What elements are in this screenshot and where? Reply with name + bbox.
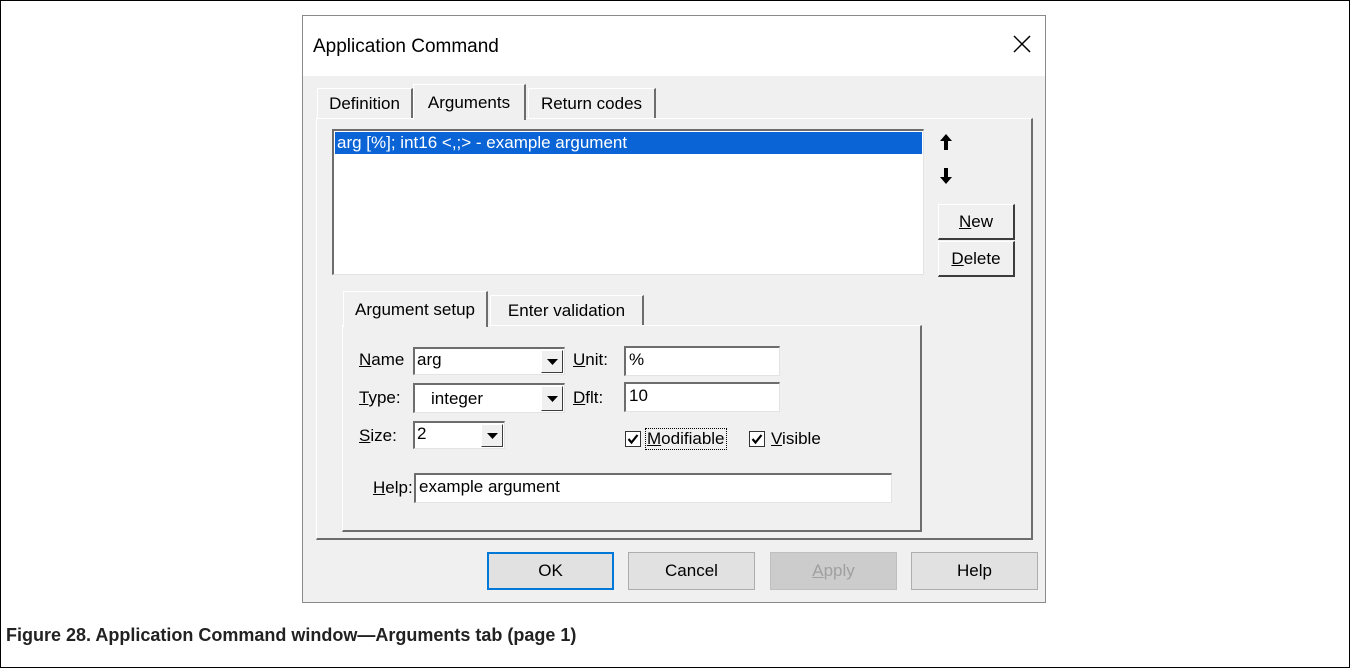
tab-definition[interactable]: Definition [317, 88, 413, 118]
chevron-down-icon [486, 432, 498, 439]
size-combobox[interactable]: 2 [413, 421, 505, 449]
name-combobox[interactable]: arg [413, 347, 565, 375]
argument-setup-panel: Name arg Unit: % Type: integer Dflt: 10 [342, 325, 922, 532]
arrow-down-icon [940, 168, 952, 184]
chevron-down-icon [546, 395, 558, 402]
apply-button[interactable]: Apply [770, 552, 897, 590]
figure-caption: Figure 28. Application Command window—Ar… [6, 625, 577, 645]
close-icon [1013, 35, 1031, 53]
default-field[interactable]: 10 [624, 382, 780, 412]
tab-enter-validation[interactable]: Enter validation [490, 295, 644, 325]
title-bar: Application Command [303, 16, 1045, 76]
move-down-button[interactable] [937, 165, 955, 187]
application-command-dialog: Application Command Definition Arguments… [302, 15, 1046, 603]
apply-button-label: Apply [812, 561, 855, 580]
checkmark-icon [751, 434, 763, 445]
modifiable-checkbox[interactable] [625, 431, 641, 447]
help-field[interactable]: example argument [414, 473, 892, 503]
tab-label: Argument setup [354, 299, 475, 319]
tab-return-codes[interactable]: Return codes [528, 88, 656, 118]
tab-arguments[interactable]: Arguments [413, 84, 526, 120]
move-up-button[interactable] [937, 131, 955, 153]
list-item[interactable]: arg [%]; int16 <,;> - example argument [335, 132, 922, 154]
tab-label: Definition [329, 93, 400, 113]
ok-button-label: OK [538, 561, 563, 580]
tab-label: Arguments [427, 92, 511, 112]
tab-label: Enter validation [507, 300, 626, 320]
close-button[interactable] [999, 24, 1045, 64]
cancel-button[interactable]: Cancel [628, 552, 755, 590]
delete-button-label: Delete [951, 248, 1001, 268]
name-dropdown-button[interactable] [541, 350, 563, 373]
size-dropdown-button[interactable] [481, 424, 503, 447]
size-value: 2 [417, 424, 427, 443]
cancel-button-label: Cancel [665, 561, 718, 580]
new-button[interactable]: New [938, 204, 1015, 240]
visible-label[interactable]: Visible [771, 429, 821, 449]
ok-button[interactable]: OK [487, 552, 614, 590]
type-value: integer [431, 389, 483, 408]
chevron-down-icon [546, 358, 558, 365]
tab-label: Return codes [540, 93, 643, 113]
dialog-title: Application Command [313, 36, 499, 57]
checkmark-icon [627, 434, 639, 445]
type-label: Type: [359, 388, 401, 407]
modifiable-label[interactable]: Modifiable [645, 428, 727, 450]
name-label: Name [359, 350, 405, 369]
arguments-list[interactable]: arg [%]; int16 <,;> - example argument [332, 129, 924, 275]
unit-label: Unit: [573, 350, 608, 369]
size-label: Size: [359, 426, 397, 445]
tab-argument-setup[interactable]: Argument setup [343, 291, 488, 327]
arguments-tab-panel: arg [%]; int16 <,;> - example argument N… [316, 118, 1033, 540]
type-combobox[interactable]: integer [413, 383, 565, 413]
delete-button[interactable]: Delete [938, 241, 1015, 277]
help-label: Help: [373, 478, 413, 497]
arrow-up-icon [940, 134, 952, 150]
visible-checkbox[interactable] [749, 431, 765, 447]
name-value: arg [417, 350, 442, 369]
type-dropdown-button[interactable] [541, 386, 563, 411]
unit-field[interactable]: % [624, 346, 780, 376]
new-button-label: New [958, 211, 993, 231]
dflt-label: Dflt: [573, 388, 604, 407]
help-button[interactable]: Help [911, 552, 1038, 590]
help-button-label: Help [957, 561, 992, 580]
